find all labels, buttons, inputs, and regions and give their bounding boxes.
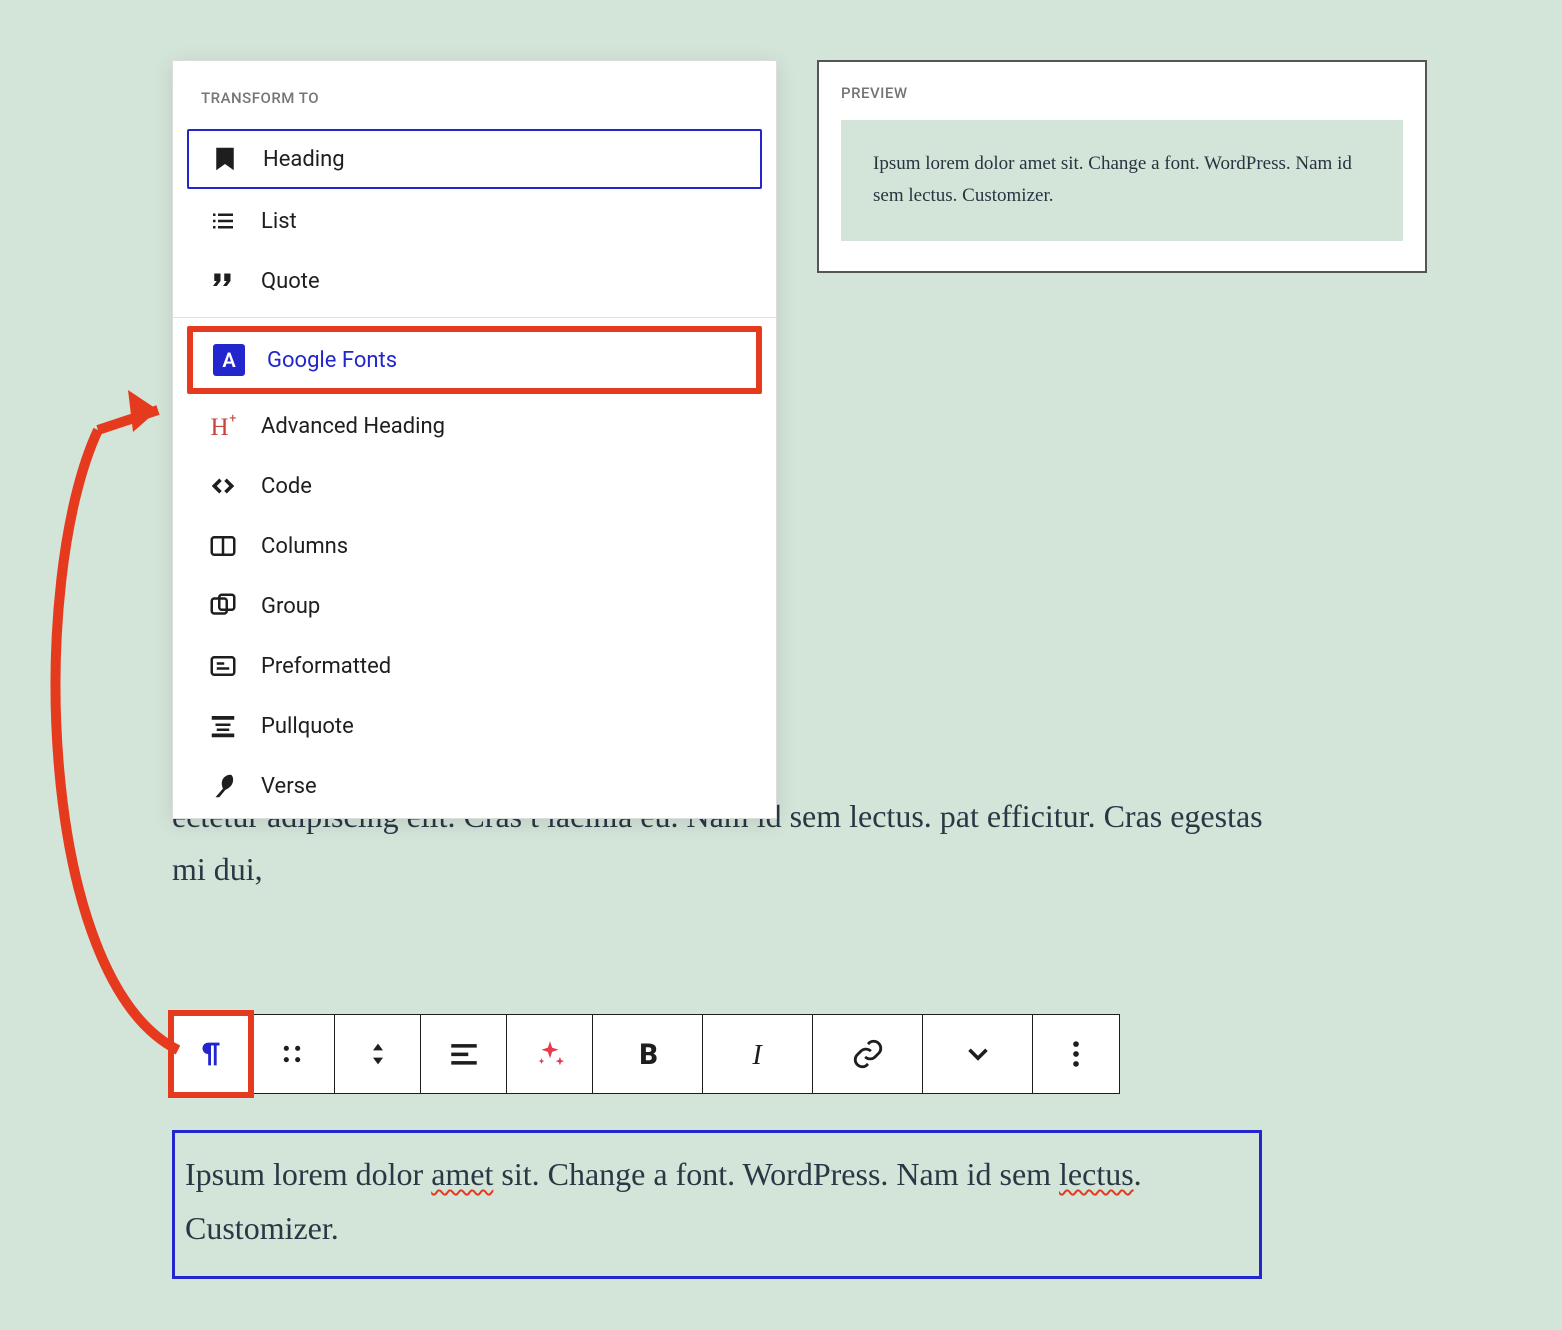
group-icon [207,590,239,622]
preview-text: Ipsum lorem dolor amet sit. Change a fon… [841,120,1403,241]
transform-to-popup: TRANSFORM TO Heading List Quote A Google… [172,60,777,819]
preview-panel: PREVIEW Ipsum lorem dolor amet sit. Chan… [817,60,1427,273]
spellcheck-word: amet [431,1156,493,1192]
google-fonts-badge-icon: A [213,344,245,376]
menu-item-pullquote[interactable]: Pullquote [187,698,762,754]
move-up-down-button[interactable] [335,1015,421,1093]
spellcheck-word: lectus [1059,1156,1134,1192]
list-icon [207,205,239,237]
menu-item-columns[interactable]: Columns [187,518,762,574]
more-inline-button[interactable] [923,1015,1033,1093]
paragraph-block-button[interactable] [168,1010,254,1098]
menu-item-code[interactable]: Code [187,458,762,514]
menu-label: Heading [263,147,345,172]
advanced-heading-icon: H+ [207,410,239,442]
text-segment: sit. Change a font. WordPress. Nam id se… [493,1156,1059,1192]
svg-text:H: H [211,414,229,441]
menu-item-group[interactable]: Group [187,578,762,634]
align-button[interactable] [421,1015,507,1093]
code-icon [207,470,239,502]
menu-label: Columns [261,534,348,559]
menu-item-advanced-heading[interactable]: H+ Advanced Heading [187,398,762,454]
menu-label: Pullquote [261,714,354,739]
more-options-button[interactable] [1033,1015,1119,1093]
menu-label: Quote [261,269,320,294]
menu-item-google-fonts[interactable]: A Google Fonts [187,326,762,394]
menu-item-preformatted[interactable]: Preformatted [187,638,762,694]
block-toolbar: B I [172,1014,1120,1094]
italic-button[interactable]: I [703,1015,813,1093]
menu-label: Preformatted [261,654,391,679]
menu-separator [173,317,776,318]
menu-label: List [261,209,297,234]
columns-icon [207,530,239,562]
svg-text:+: + [229,411,236,426]
bookmark-icon [209,143,241,175]
quote-icon [207,265,239,297]
pullquote-icon [207,710,239,742]
menu-item-heading[interactable]: Heading [187,129,762,189]
menu-label: Code [261,474,312,499]
drag-handle-button[interactable] [249,1015,335,1093]
preformatted-icon [207,650,239,682]
bold-button[interactable]: B [593,1015,703,1093]
menu-label: Group [261,594,320,619]
ai-sparkle-button[interactable] [507,1015,593,1093]
svg-text:I: I [751,1040,763,1071]
transform-title: TRANSFORM TO [173,61,776,125]
paragraph-block[interactable]: Ipsum lorem dolor amet sit. Change a fon… [172,1130,1262,1279]
menu-item-quote[interactable]: Quote [187,253,762,309]
preview-title: PREVIEW [841,84,1403,102]
menu-label: Google Fonts [267,348,397,373]
menu-label: Advanced Heading [261,414,445,439]
menu-item-list[interactable]: List [187,193,762,249]
verse-icon [207,770,239,802]
svg-text:B: B [639,1038,657,1071]
text-segment: Ipsum lorem dolor [185,1156,431,1192]
menu-item-verse[interactable]: Verse [187,758,762,814]
link-button[interactable] [813,1015,923,1093]
menu-label: Verse [261,774,317,799]
